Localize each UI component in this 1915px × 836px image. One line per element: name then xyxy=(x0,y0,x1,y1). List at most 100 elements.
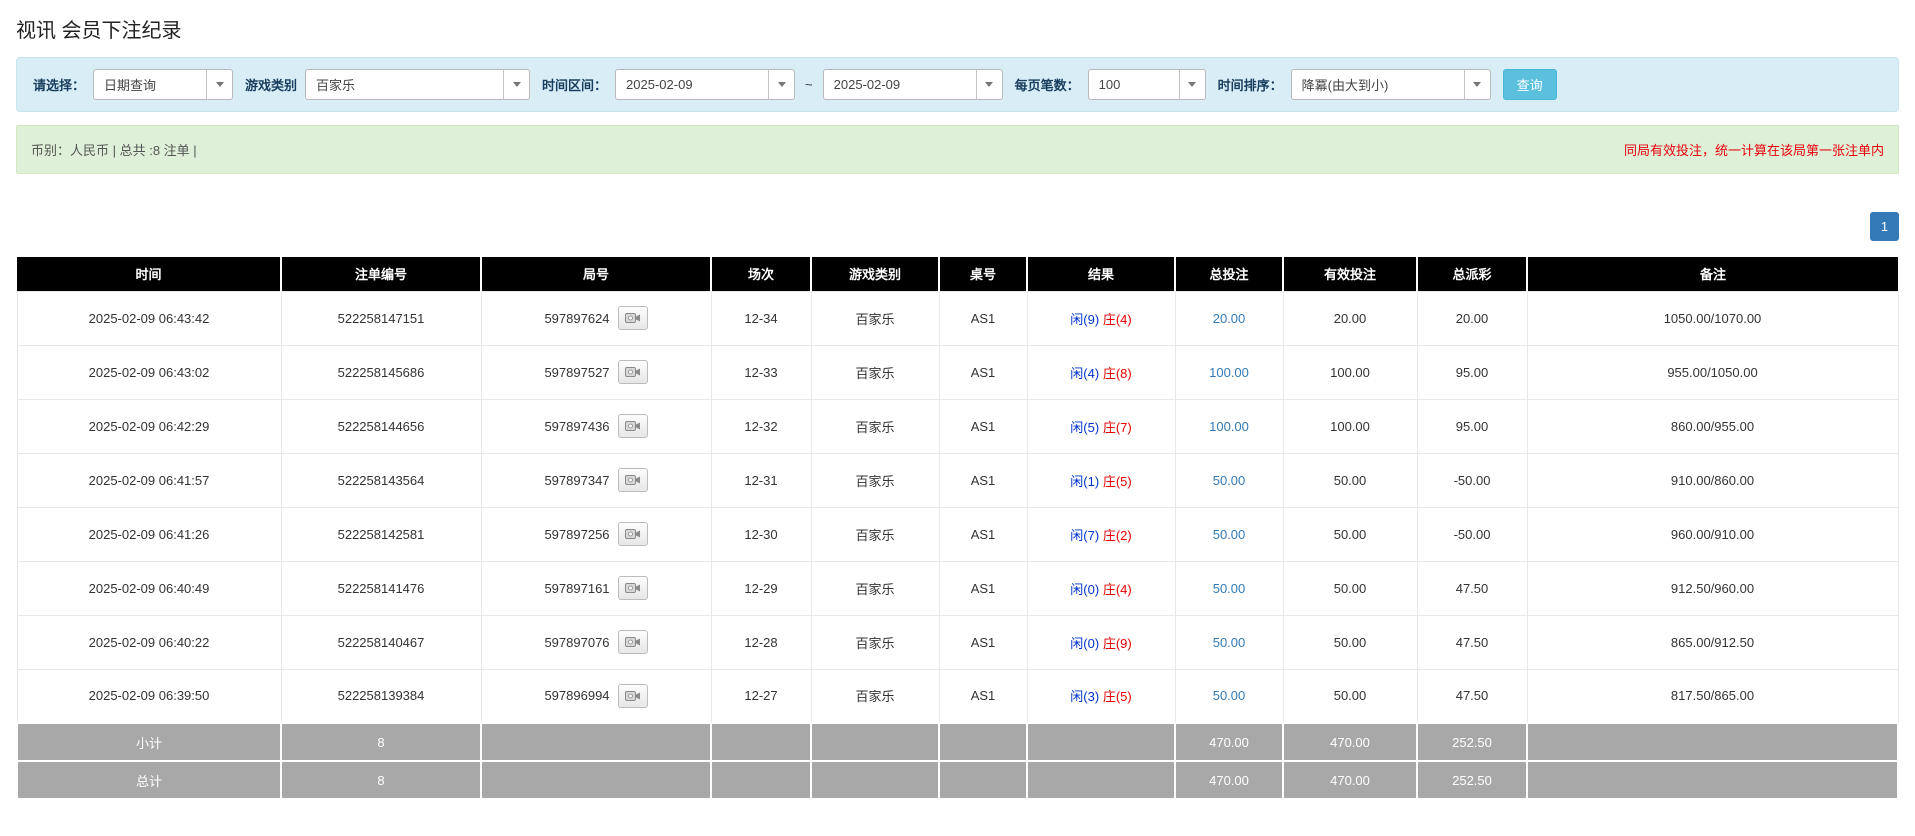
table-row: 2025-02-09 06:40:49 522258141476 5978971… xyxy=(17,561,1898,615)
cell-time: 2025-02-09 06:40:49 xyxy=(17,561,281,615)
grand-total-valid-bet: 470.00 xyxy=(1283,761,1417,799)
page-size-select[interactable]: 100 xyxy=(1088,69,1206,100)
total-bet-link[interactable]: 50.00 xyxy=(1213,527,1246,542)
date-to-select[interactable]: 2025-02-09 xyxy=(823,69,1003,100)
date-to-dropdown-button[interactable] xyxy=(976,70,1002,99)
cell-game-type: 百家乐 xyxy=(811,615,939,669)
col-header-valid-bet: 有效投注 xyxy=(1283,257,1417,291)
chevron-down-icon xyxy=(513,82,521,87)
chevron-down-icon xyxy=(1473,82,1481,87)
round-number: 597897256 xyxy=(544,527,609,542)
cell-time: 2025-02-09 06:41:57 xyxy=(17,453,281,507)
cell-round: 597897527 xyxy=(481,345,711,399)
total-bet-link[interactable]: 50.00 xyxy=(1213,581,1246,596)
cell-valid-bet: 50.00 xyxy=(1283,561,1417,615)
records-table: 时间 注单编号 局号 场次 游戏类别 桌号 结果 总投注 有效投注 总派彩 备注… xyxy=(16,257,1899,800)
table-summary: 小计 8 470.00 470.00 252.50 总计 8 xyxy=(17,723,1898,799)
query-type-dropdown-button[interactable] xyxy=(206,70,232,99)
page-button-1[interactable]: 1 xyxy=(1870,212,1899,241)
cell-payout: 20.00 xyxy=(1417,291,1527,345)
video-replay-button[interactable] xyxy=(618,360,648,384)
col-header-game-type: 游戏类别 xyxy=(811,257,939,291)
col-header-bet-id: 注单编号 xyxy=(281,257,481,291)
total-bet-link[interactable]: 50.00 xyxy=(1213,635,1246,650)
total-bet-link[interactable]: 20.00 xyxy=(1213,311,1246,326)
round-number: 597897161 xyxy=(544,581,609,596)
cell-bet-id: 522258144656 xyxy=(281,399,481,453)
cell-session: 12-30 xyxy=(711,507,811,561)
round-number: 597896994 xyxy=(544,688,609,703)
result-banker: 庄(5) xyxy=(1103,474,1132,489)
subtotal-count: 8 xyxy=(281,723,481,761)
total-bet-link[interactable]: 50.00 xyxy=(1213,473,1246,488)
cell-round: 597896994 xyxy=(481,669,711,723)
video-replay-button[interactable] xyxy=(618,306,648,330)
video-replay-button[interactable] xyxy=(618,576,648,600)
cell-result: 闲(7) 庄(2) xyxy=(1027,507,1175,561)
video-replay-button[interactable] xyxy=(618,684,648,708)
total-bet-link[interactable]: 100.00 xyxy=(1209,419,1249,434)
date-from-select[interactable]: 2025-02-09 xyxy=(615,69,795,100)
cell-result: 闲(9) 庄(4) xyxy=(1027,291,1175,345)
cell-payout: 95.00 xyxy=(1417,399,1527,453)
cell-time: 2025-02-09 06:39:50 xyxy=(17,669,281,723)
table-header: 时间 注单编号 局号 场次 游戏类别 桌号 结果 总投注 有效投注 总派彩 备注 xyxy=(17,257,1898,291)
result-player: 闲(3) xyxy=(1070,689,1099,704)
result-banker: 庄(5) xyxy=(1103,689,1132,704)
cell-valid-bet: 50.00 xyxy=(1283,615,1417,669)
cell-round: 597897347 xyxy=(481,453,711,507)
result-banker: 庄(7) xyxy=(1103,420,1132,435)
cell-note: 960.00/910.00 xyxy=(1527,507,1898,561)
date-range-separator: ~ xyxy=(803,77,815,92)
game-type-select[interactable]: 百家乐 xyxy=(305,69,530,100)
cell-bet-id: 522258141476 xyxy=(281,561,481,615)
cell-time: 2025-02-09 06:41:26 xyxy=(17,507,281,561)
subtotal-empty-round xyxy=(481,723,711,761)
search-button[interactable]: 查询 xyxy=(1503,69,1557,100)
result-player: 闲(0) xyxy=(1070,582,1099,597)
date-from-dropdown-button[interactable] xyxy=(768,70,794,99)
date-range-label: 时间区间： xyxy=(542,75,607,94)
subtotal-total-bet: 470.00 xyxy=(1175,723,1283,761)
sort-select[interactable]: 降冪(由大到小) xyxy=(1291,69,1491,100)
video-replay-button[interactable] xyxy=(618,414,648,438)
cell-result: 闲(0) 庄(9) xyxy=(1027,615,1175,669)
cell-session: 12-28 xyxy=(711,615,811,669)
sort-dropdown-button[interactable] xyxy=(1464,70,1490,99)
video-replay-button[interactable] xyxy=(618,522,648,546)
query-type-select[interactable]: 日期查询 xyxy=(93,69,233,100)
cell-time: 2025-02-09 06:40:22 xyxy=(17,615,281,669)
page-title: 视讯 会员下注纪录 xyxy=(16,14,1899,43)
cell-result: 闲(4) 庄(8) xyxy=(1027,345,1175,399)
cell-game-type: 百家乐 xyxy=(811,291,939,345)
video-icon xyxy=(625,528,641,540)
total-bet-link[interactable]: 100.00 xyxy=(1209,365,1249,380)
table-row: 2025-02-09 06:39:50 522258139384 5978969… xyxy=(17,669,1898,723)
date-to-value: 2025-02-09 xyxy=(824,70,976,99)
total-bet-link[interactable]: 50.00 xyxy=(1213,688,1246,703)
result-player: 闲(5) xyxy=(1070,420,1099,435)
video-icon xyxy=(625,474,641,486)
cell-note: 1050.00/1070.00 xyxy=(1527,291,1898,345)
cell-valid-bet: 20.00 xyxy=(1283,291,1417,345)
grand-total-payout: 252.50 xyxy=(1417,761,1527,799)
cell-bet-id: 522258143564 xyxy=(281,453,481,507)
cell-round: 597897436 xyxy=(481,399,711,453)
cell-result: 闲(5) 庄(7) xyxy=(1027,399,1175,453)
cell-table-no: AS1 xyxy=(939,291,1027,345)
cell-game-type: 百家乐 xyxy=(811,453,939,507)
video-replay-button[interactable] xyxy=(618,468,648,492)
col-header-note: 备注 xyxy=(1527,257,1898,291)
cell-valid-bet: 100.00 xyxy=(1283,345,1417,399)
cell-total-bet: 50.00 xyxy=(1175,615,1283,669)
cell-round: 597897624 xyxy=(481,291,711,345)
cell-valid-bet: 50.00 xyxy=(1283,669,1417,723)
cell-time: 2025-02-09 06:42:29 xyxy=(17,399,281,453)
game-type-dropdown-button[interactable] xyxy=(503,70,529,99)
grand-total-empty-game xyxy=(811,761,939,799)
cell-result: 闲(1) 庄(5) xyxy=(1027,453,1175,507)
video-replay-button[interactable] xyxy=(618,630,648,654)
video-icon xyxy=(625,582,641,594)
page-size-dropdown-button[interactable] xyxy=(1179,70,1205,99)
query-type-value: 日期查询 xyxy=(94,70,206,99)
